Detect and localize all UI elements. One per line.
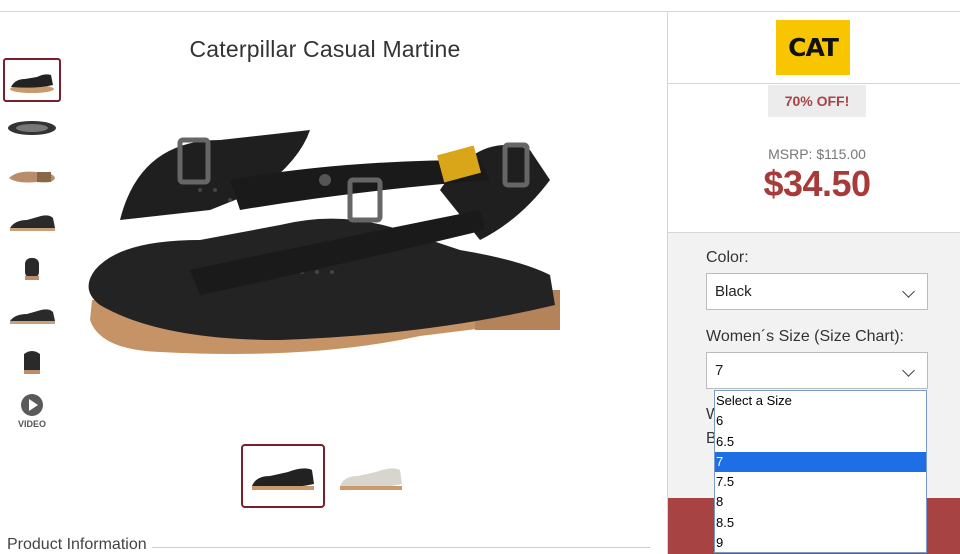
color-thumb-white[interactable]	[329, 444, 413, 508]
size-option[interactable]: 6	[715, 411, 926, 431]
shoe-thumb-icon	[252, 468, 314, 490]
shoe-image	[88, 130, 560, 354]
color-label: Color:	[706, 249, 749, 266]
shoe-thumb-icon	[10, 215, 55, 231]
video-label: VIDEO	[17, 419, 46, 429]
shoe-thumb-icon	[25, 258, 39, 280]
product-title: Caterpillar Casual Martine	[189, 36, 461, 62]
discount-badge: 70% OFF!	[768, 85, 866, 117]
thumbnail-3[interactable]	[3, 154, 61, 198]
size-option[interactable]: 7	[715, 451, 926, 472]
shoe-thumb-icon	[24, 351, 40, 374]
shoe-thumb-icon	[10, 74, 54, 93]
chevron-down-icon	[902, 285, 915, 298]
shoe-thumb-icon	[9, 171, 55, 183]
video-button[interactable]: VIDEO	[14, 394, 50, 429]
color-select-value: Black	[715, 283, 752, 300]
thumbnail-5[interactable]	[3, 246, 61, 290]
brand-logo[interactable]: CAT	[776, 20, 850, 75]
top-divider	[0, 11, 960, 12]
shoe-thumb-icon	[8, 121, 56, 135]
size-option[interactable]: 6.5	[715, 432, 926, 452]
thumbnail-6[interactable]	[3, 294, 61, 338]
size-option[interactable]: 9	[715, 533, 926, 553]
brand-logo-text: CAT	[788, 33, 839, 62]
thumbnail-2[interactable]	[3, 106, 61, 150]
thumbnail-4[interactable]	[3, 200, 61, 244]
sale-price: $34.50	[763, 163, 871, 204]
size-option[interactable]: 8.5	[715, 513, 926, 533]
msrp-price: MSRP: $115.00	[768, 146, 866, 162]
size-option[interactable]: Select a Size	[715, 391, 926, 411]
product-info-divider	[152, 547, 650, 548]
main-product-image	[80, 100, 580, 400]
shoe-thumb-icon	[10, 309, 55, 324]
size-select[interactable]: 7	[706, 352, 928, 389]
size-dropdown-list[interactable]: Select a Size 6 6.5 7 7.5 8 8.5 9	[714, 390, 927, 553]
shoe-thumb-icon	[340, 468, 402, 490]
brand-divider	[668, 83, 960, 84]
thumbnail-7[interactable]	[3, 340, 61, 384]
product-info-heading[interactable]: Product Information	[7, 536, 147, 554]
chevron-down-icon	[902, 364, 915, 377]
size-select-value: 7	[715, 362, 724, 379]
size-option[interactable]: 8	[715, 492, 926, 512]
thumbnail-1[interactable]	[3, 58, 61, 102]
size-option[interactable]: 7.5	[715, 472, 926, 492]
play-icon	[21, 394, 43, 416]
color-thumb-black[interactable]	[241, 444, 325, 508]
size-label[interactable]: Women´s Size (Size Chart):	[706, 328, 904, 346]
color-select[interactable]: Black	[706, 273, 928, 310]
